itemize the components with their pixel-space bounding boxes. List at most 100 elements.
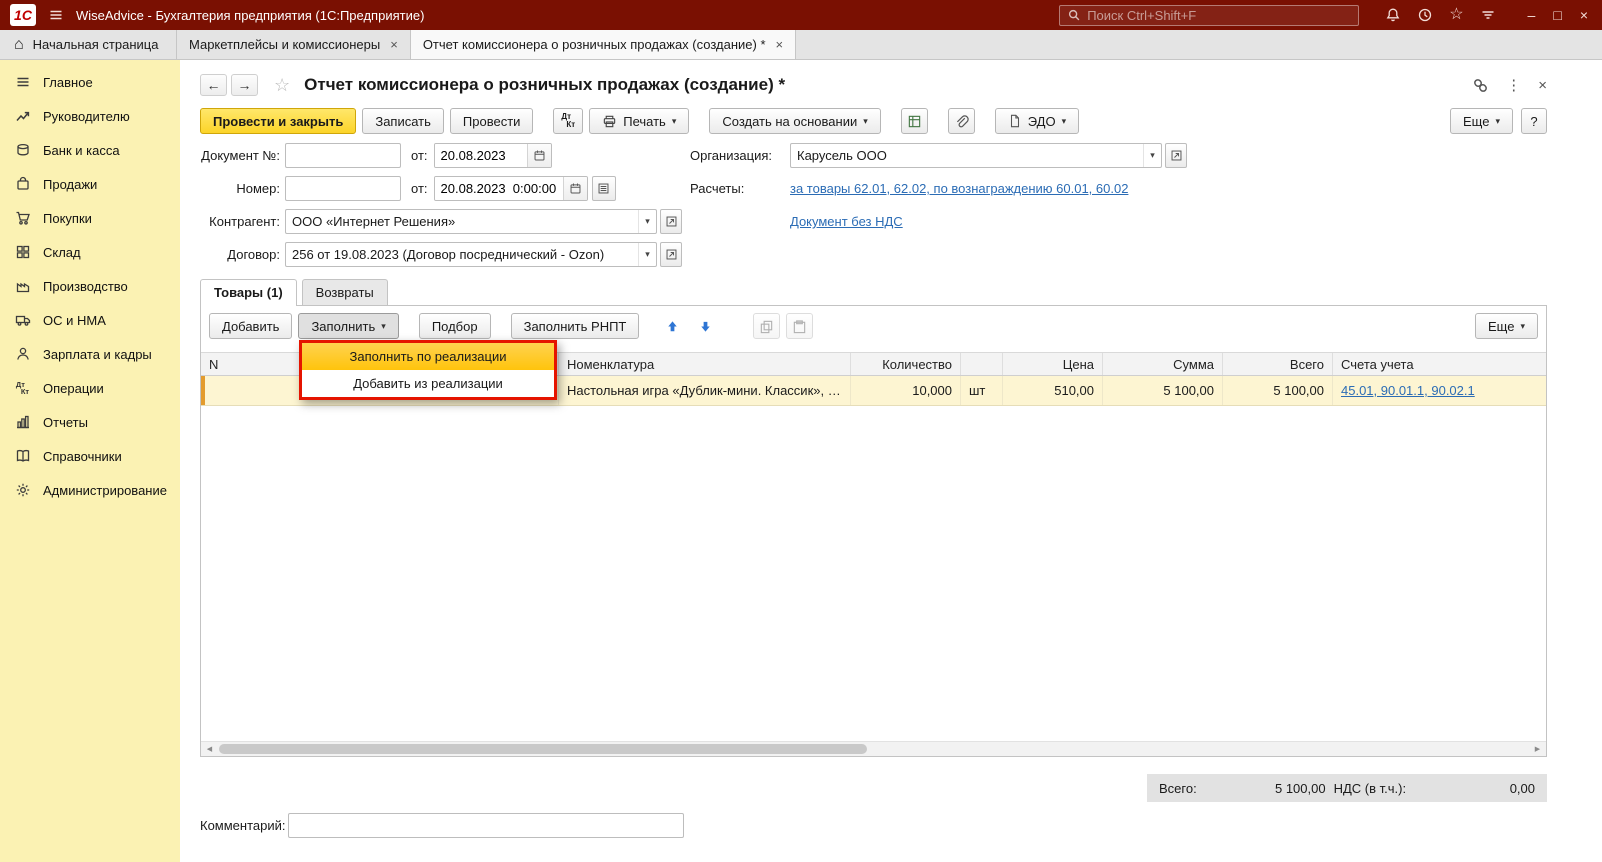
- write-button[interactable]: Записать: [362, 108, 444, 134]
- scroll-right-icon[interactable]: ▶: [1530, 742, 1545, 756]
- from-label: от:: [411, 181, 428, 196]
- print-button[interactable]: Печать ▾: [589, 108, 690, 134]
- close-tab-icon[interactable]: ×: [776, 37, 784, 52]
- col-price[interactable]: Цена: [1003, 353, 1103, 375]
- attachments-button[interactable]: [947, 108, 975, 134]
- post-and-close-button[interactable]: Провести и закрыть: [200, 108, 357, 134]
- sidebar-item-production[interactable]: Производство: [0, 269, 180, 303]
- cell-nomenclature[interactable]: Настольная игра «Дублик-мини. Классик», …: [559, 376, 851, 405]
- table-more-button[interactable]: Еще ▾: [1475, 313, 1538, 339]
- scroll-left-icon[interactable]: ◀: [202, 742, 217, 756]
- sidebar-item-directories[interactable]: Справочники: [0, 439, 180, 473]
- get-link-icon[interactable]: [1472, 77, 1489, 94]
- main-menu-icon[interactable]: [48, 7, 64, 23]
- move-up-button[interactable]: [659, 313, 686, 339]
- close-tab-icon[interactable]: ×: [390, 37, 398, 52]
- sidebar-item-warehouse[interactable]: Склад: [0, 235, 180, 269]
- col-sum[interactable]: Сумма: [1103, 353, 1223, 375]
- move-down-button[interactable]: [692, 313, 719, 339]
- doc-no-input[interactable]: [285, 143, 401, 168]
- edo-button[interactable]: ЭДО ▾: [994, 108, 1080, 134]
- fill-rnpt-button[interactable]: Заполнить РНПТ: [510, 313, 640, 339]
- 1c-logo[interactable]: 1С: [10, 4, 36, 26]
- functions-panel-icon[interactable]: [1480, 7, 1496, 23]
- cell-price[interactable]: 510,00: [1003, 376, 1103, 405]
- cell-total[interactable]: 5 100,00: [1223, 376, 1333, 405]
- col-quantity[interactable]: Количество: [851, 353, 961, 375]
- help-button[interactable]: ?: [1521, 108, 1547, 134]
- chevron-down-icon[interactable]: ▾: [638, 210, 656, 233]
- search-input[interactable]: [1087, 7, 1352, 23]
- tab-marketplaces[interactable]: Маркетплейсы и комиссионеры ×: [177, 30, 411, 59]
- calendar-icon[interactable]: [562, 177, 587, 200]
- sidebar-item-sales[interactable]: Продажи: [0, 167, 180, 201]
- cell-quantity[interactable]: 10,000: [851, 376, 961, 405]
- cell-sum[interactable]: 5 100,00: [1103, 376, 1223, 405]
- number-list-icon[interactable]: [591, 176, 616, 201]
- close-form-icon[interactable]: ×: [1538, 77, 1547, 94]
- menu-item-add-from-sales[interactable]: Добавить из реализации: [302, 370, 554, 397]
- doc-datetime-field[interactable]: [433, 176, 588, 201]
- fill-button[interactable]: Заполнить ▾: [298, 313, 399, 339]
- doc-date-input[interactable]: [434, 144, 527, 167]
- menu-item-fill-by-sales[interactable]: Заполнить по реализации: [302, 343, 554, 370]
- chevron-down-icon[interactable]: ▾: [638, 243, 656, 266]
- sidebar-item-purchases[interactable]: Покупки: [0, 201, 180, 235]
- tab-goods[interactable]: Товары (1): [200, 279, 297, 306]
- copy-rows-button[interactable]: [753, 313, 781, 339]
- open-organization-icon[interactable]: [1165, 143, 1187, 168]
- horizontal-scrollbar[interactable]: ◀ ▶: [201, 741, 1546, 756]
- sidebar-item-bank-cash[interactable]: Банк и касса: [0, 133, 180, 167]
- notifications-icon[interactable]: [1385, 7, 1401, 23]
- sidebar-item-fixed-assets[interactable]: ОС и НМА: [0, 303, 180, 337]
- sidebar-item-operations[interactable]: Дт Кт Операции: [0, 371, 180, 405]
- sidebar-item-manager[interactable]: Руководителю: [0, 99, 180, 133]
- favorite-star-icon[interactable]: ☆: [274, 75, 290, 96]
- counterparty-combo[interactable]: ООО «Интернет Решения» ▾: [285, 209, 657, 234]
- maximize-button[interactable]: □: [1553, 7, 1561, 23]
- history-icon[interactable]: [1417, 7, 1433, 23]
- related-reports-button[interactable]: [900, 108, 928, 134]
- back-button[interactable]: ←: [200, 74, 227, 96]
- document-form: Документ №: от: Номер: от:: [200, 143, 1547, 276]
- forward-button[interactable]: →: [231, 74, 258, 96]
- pick-button[interactable]: Подбор: [418, 313, 491, 339]
- doc-date-field[interactable]: [433, 143, 552, 168]
- tab-commission-report[interactable]: Отчет комиссионера о розничных продажах …: [410, 30, 797, 59]
- settlements-link[interactable]: за товары 62.01, 62.02, по вознаграждени…: [790, 181, 1128, 196]
- col-unit[interactable]: [961, 353, 1003, 375]
- comment-input[interactable]: [288, 813, 684, 838]
- create-based-on-button[interactable]: Создать на основании ▾: [709, 108, 881, 134]
- global-search[interactable]: [1059, 4, 1360, 26]
- dtkt-button[interactable]: Дт Кт: [553, 108, 584, 134]
- col-total[interactable]: Всего: [1223, 353, 1333, 375]
- chevron-down-icon[interactable]: ▾: [1143, 144, 1161, 167]
- open-counterparty-icon[interactable]: [660, 209, 682, 234]
- contract-combo[interactable]: 256 от 19.08.2023 (Договор посреднически…: [285, 242, 657, 267]
- add-row-button[interactable]: Добавить: [209, 313, 293, 339]
- tab-home[interactable]: ⌂ Начальная страница: [0, 30, 177, 59]
- number-input[interactable]: [285, 176, 401, 201]
- doc-datetime-input[interactable]: [434, 177, 563, 200]
- tab-returns[interactable]: Возвраты: [301, 279, 388, 306]
- scrollbar-thumb[interactable]: [219, 744, 867, 754]
- no-vat-link[interactable]: Документ без НДС: [790, 214, 903, 229]
- calendar-icon[interactable]: [526, 144, 551, 167]
- col-nomenclature[interactable]: Номенклатура: [559, 353, 851, 375]
- sidebar-item-reports[interactable]: Отчеты: [0, 405, 180, 439]
- sidebar-item-administration[interactable]: Администрирование: [0, 473, 180, 507]
- close-window-button[interactable]: ×: [1580, 7, 1588, 23]
- more-menu-icon[interactable]: ⋮: [1506, 76, 1521, 94]
- more-button[interactable]: Еще ▾: [1450, 108, 1513, 134]
- sidebar-item-salary-hr[interactable]: Зарплата и кадры: [0, 337, 180, 371]
- favorites-icon[interactable]: ☆: [1449, 7, 1463, 23]
- col-accounts[interactable]: Счета учета: [1333, 353, 1546, 375]
- open-contract-icon[interactable]: [660, 242, 682, 267]
- minimize-button[interactable]: –: [1528, 7, 1536, 23]
- paste-rows-button[interactable]: [786, 313, 814, 339]
- cell-unit[interactable]: шт: [961, 376, 1003, 405]
- organization-combo[interactable]: Карусель ООО ▾: [790, 143, 1162, 168]
- post-button[interactable]: Провести: [449, 108, 534, 134]
- accounts-link[interactable]: 45.01, 90.01.1, 90.02.1: [1341, 383, 1475, 398]
- sidebar-item-main[interactable]: Главное: [0, 65, 180, 99]
